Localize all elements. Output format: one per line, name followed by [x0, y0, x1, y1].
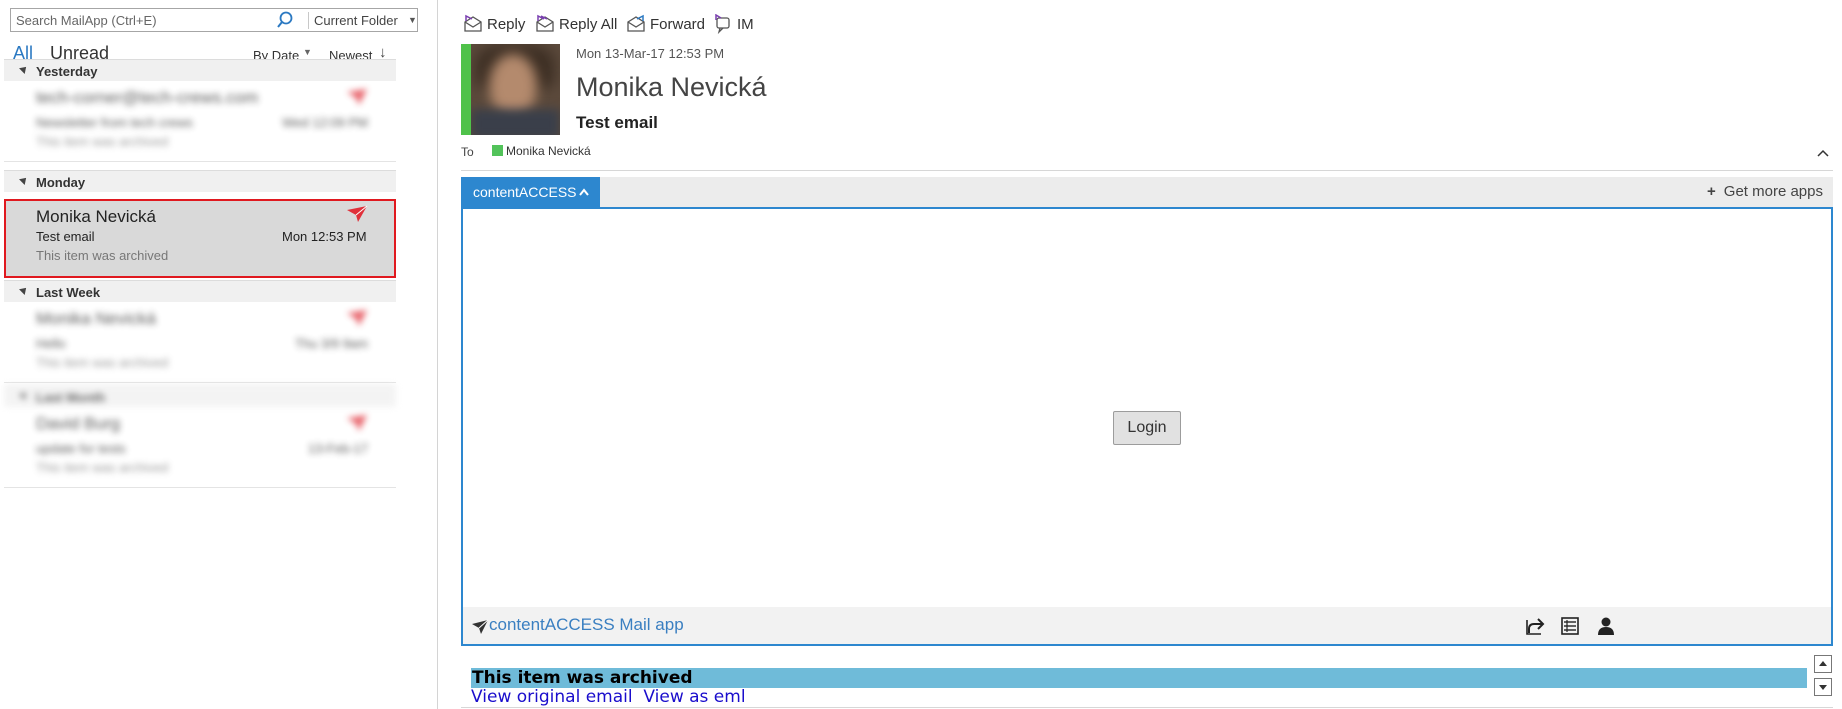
im-label: IM — [737, 16, 754, 33]
archived-plane-icon — [347, 415, 367, 431]
archive-links[interactable]: View original email View as eml — [471, 687, 746, 707]
message-subject: Hello — [36, 336, 66, 351]
scroll-up-arrow-icon — [1819, 661, 1827, 666]
message-sender: David Burg — [36, 414, 121, 433]
recipient-name[interactable]: Monika Nevická — [506, 144, 591, 158]
message-subject: update for tests — [36, 441, 126, 456]
message-sender[interactable]: Monika Nevická — [576, 72, 767, 103]
message-preview: This item was archived — [36, 248, 169, 263]
chevron-up-icon[interactable] — [1817, 148, 1829, 158]
group-label: Last Month — [36, 390, 106, 405]
group-label: Monday — [36, 175, 86, 190]
archived-plane-icon — [347, 310, 367, 326]
message-list-pane: Search MailApp (Ctrl+E) Current Folder ▼… — [0, 0, 438, 709]
group-header-monday[interactable]: Monday — [4, 170, 396, 192]
forward-button[interactable]: Forward — [626, 14, 706, 36]
message-sender: Monika Nevická — [36, 309, 156, 328]
to-label: To — [461, 145, 474, 159]
collapse-triangle-icon[interactable] — [19, 64, 29, 74]
reply-icon — [464, 14, 482, 32]
collapse-triangle-icon[interactable] — [19, 175, 29, 185]
group-header-yesterday[interactable]: Yesterday — [4, 59, 396, 81]
archived-plane-icon — [347, 89, 367, 105]
search-divider — [308, 12, 309, 29]
get-more-apps-link[interactable]: + Get more apps — [1707, 183, 1823, 200]
reply-all-icon — [536, 14, 554, 32]
message-date: Wed 12:09 PM — [282, 115, 368, 130]
get-more-apps-label: Get more apps — [1723, 183, 1823, 200]
collapse-triangle-icon[interactable] — [19, 285, 29, 295]
group-header-last-week[interactable]: Last Week — [4, 280, 396, 302]
message-body: This item was archived View original ema… — [467, 663, 1807, 709]
message-date: Mon 13-Mar-17 12:53 PM — [576, 46, 725, 61]
list-view-icon[interactable] — [1559, 615, 1581, 637]
message-sender: Monika Nevická — [36, 207, 156, 226]
message-preview: This item was archived — [36, 460, 169, 475]
forward-icon — [627, 14, 645, 32]
message-date: Thu 3/9 9am — [295, 336, 368, 351]
list-item[interactable]: David Burg update for tests This item wa… — [4, 408, 396, 488]
chevron-down-icon[interactable]: ▼ — [408, 15, 417, 25]
group-label: Last Week — [36, 285, 101, 300]
header-divider — [461, 170, 1833, 171]
reply-all-button[interactable]: Reply All — [535, 14, 617, 36]
message-sender: tech-corner@tech-crews.com — [36, 88, 259, 107]
scroll-down-button[interactable] — [1814, 678, 1832, 696]
addin-footer-name[interactable]: contentACCESS Mail app — [489, 615, 684, 635]
message-preview: This item was archived — [36, 355, 169, 370]
sender-photo[interactable] — [461, 44, 560, 135]
archived-plane-icon — [347, 205, 368, 222]
scroll-up-button[interactable] — [1814, 655, 1832, 673]
message-preview: This item was archived — [36, 134, 169, 149]
selected-message-item[interactable]: Monika Nevická Test email This item was … — [4, 199, 396, 278]
search-box[interactable]: Search MailApp (Ctrl+E) Current Folder ▼ — [10, 8, 418, 32]
addin-tab-contentaccess[interactable]: contentACCESS — [461, 177, 600, 207]
plus-icon: + — [1707, 183, 1716, 200]
presence-indicator — [492, 145, 503, 156]
share-icon[interactable] — [1523, 615, 1545, 637]
reply-label: Reply — [487, 16, 526, 33]
message-date: 13-Feb-17 — [308, 441, 368, 456]
reply-all-label: Reply All — [559, 16, 618, 33]
user-icon[interactable] — [1595, 615, 1617, 637]
search-scope-dropdown[interactable]: Current Folder — [314, 13, 398, 28]
addin-frame: Login contentACCESS Mail app — [461, 207, 1833, 646]
search-input[interactable]: Search MailApp (Ctrl+E) — [16, 13, 157, 28]
addin-footer: contentACCESS Mail app — [463, 607, 1831, 644]
message-subject: Test email — [36, 229, 95, 244]
chevron-down-icon[interactable]: ▼ — [303, 47, 312, 57]
list-item[interactable]: tech-corner@tech-crews.com Newsletter fr… — [4, 82, 396, 162]
login-button[interactable]: Login — [1113, 411, 1181, 445]
group-label: Yesterday — [36, 64, 98, 79]
collapse-triangle-icon[interactable] — [19, 390, 29, 400]
search-icon[interactable] — [275, 10, 295, 30]
addin-tab-label: contentACCESS — [473, 184, 577, 200]
presence-indicator — [461, 44, 471, 135]
instant-message-icon — [715, 14, 730, 34]
message-subject: Newsletter from tech crews — [36, 115, 193, 130]
forward-label: Forward — [650, 16, 706, 33]
scroll-down-arrow-icon — [1819, 685, 1827, 690]
bottom-divider — [461, 707, 1833, 708]
addin-bar: contentACCESS + Get more apps — [461, 177, 1833, 207]
im-button[interactable]: IM — [713, 14, 754, 36]
archived-banner: This item was archived — [471, 668, 1807, 688]
message-subject: Test email — [576, 113, 658, 132]
chevron-up-icon[interactable] — [579, 187, 589, 199]
reply-button[interactable]: Reply — [463, 14, 525, 36]
photo-body — [471, 109, 560, 135]
list-item[interactable]: Monika Nevická Hello This item was archi… — [4, 303, 396, 383]
reading-pane: Reply Reply All Forward IM Mon 13-Mar-17… — [439, 0, 1842, 709]
group-header-last-month[interactable]: Last Month — [4, 385, 396, 407]
message-date: Mon 12:53 PM — [282, 229, 367, 244]
contentaccess-logo-icon — [472, 619, 489, 634]
